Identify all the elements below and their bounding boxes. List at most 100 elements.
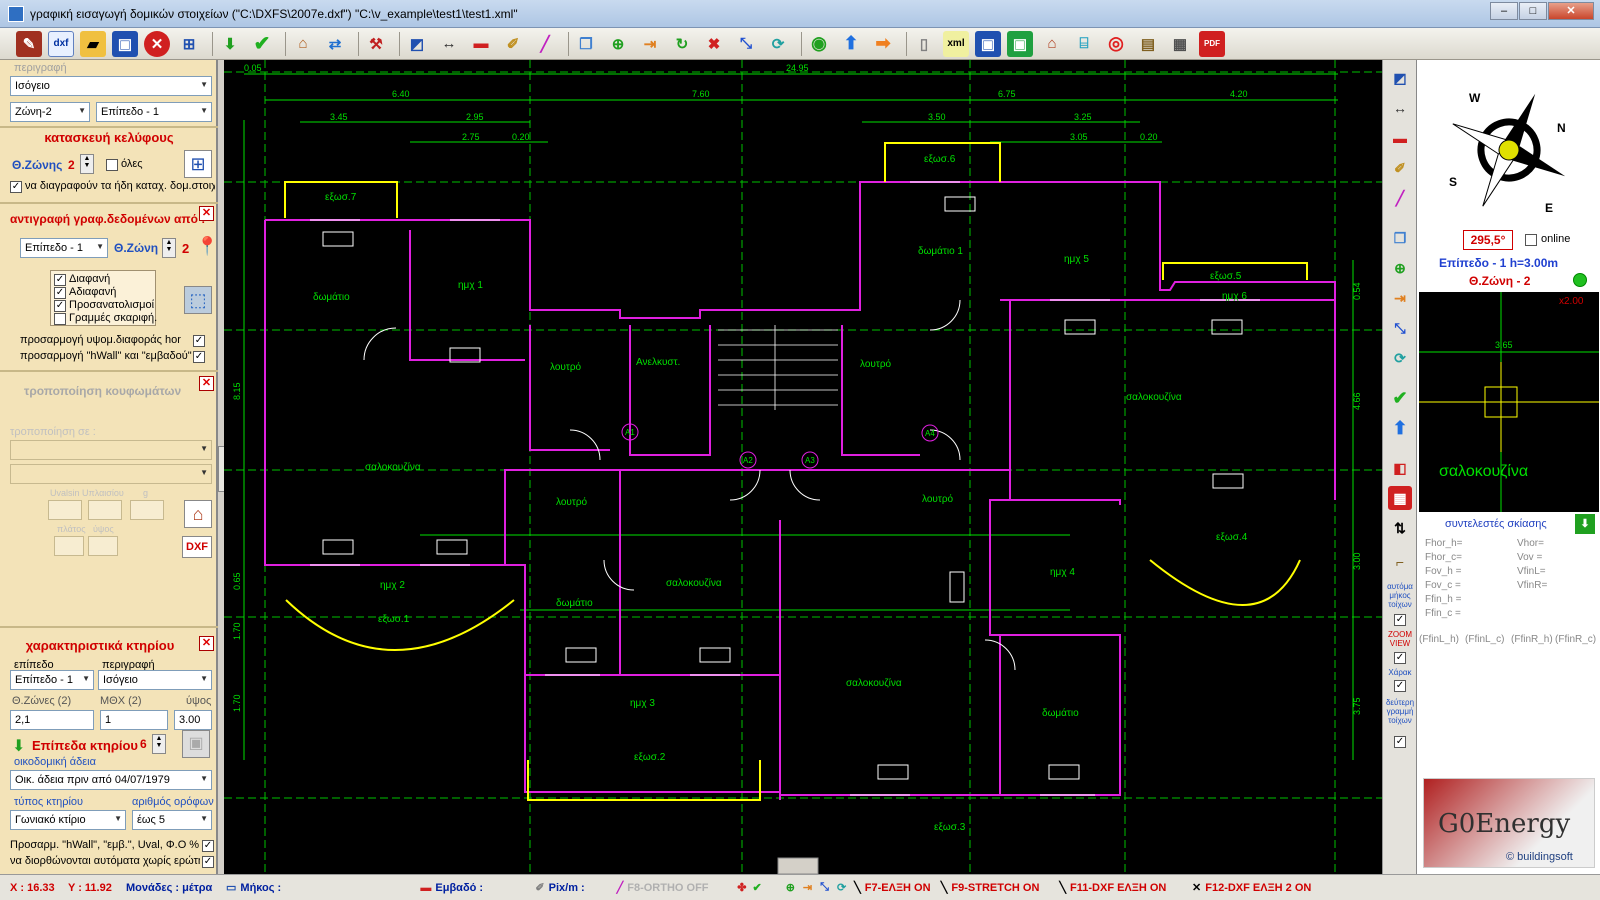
bld-level-select[interactable]: Επίπεδο - 1 (10, 670, 94, 690)
stretch-icon[interactable]: ⤡ (733, 31, 759, 57)
maximize-button[interactable]: □ (1519, 2, 1547, 20)
export-icon[interactable]: ⇥ (1388, 286, 1412, 310)
save2-icon[interactable]: ▣ (975, 30, 1001, 57)
check-icon[interactable]: ✔ (1388, 386, 1412, 410)
rotate-icon[interactable]: ⟳ (1388, 346, 1412, 370)
status-f8[interactable]: F8-ORTHO OFF (627, 882, 737, 894)
adj-hwall-checkbox[interactable]: ✓ (193, 351, 205, 363)
line-icon[interactable]: ╱ (532, 31, 558, 57)
zone-select[interactable]: Ζώνη-2 (10, 102, 90, 122)
bld-desc-select[interactable]: Ισόγειο (98, 670, 212, 690)
width-input[interactable] (54, 536, 84, 556)
floors-select[interactable]: έως 5 (132, 810, 212, 830)
close-mod-button[interactable]: ✕ (199, 376, 214, 391)
type-select[interactable]: Γωνιακό κτίριο (10, 810, 126, 830)
add-status-icon[interactable]: ⊕ (786, 881, 795, 894)
pin-icon[interactable]: 📍 (196, 236, 218, 257)
auto-length-checkbox[interactable]: ✓ (1394, 614, 1406, 626)
up-icon[interactable]: ⬆ (838, 31, 864, 57)
page-icon[interactable]: ❐ (573, 31, 599, 57)
stretch-status-icon[interactable]: ⤡ (820, 881, 829, 894)
levels-save-button[interactable]: ▣ (182, 730, 210, 758)
dxf-button[interactable]: DXF (182, 536, 212, 558)
refresh-icon[interactable]: ↻ (669, 31, 695, 57)
delete-icon[interactable]: ✕ (144, 30, 170, 57)
fill-icon[interactable]: ▬ (468, 31, 494, 57)
pdf-icon[interactable]: PDF (1199, 30, 1225, 57)
tools-icon[interactable]: ⚒ (363, 31, 389, 57)
measure-icon[interactable]: ◩ (1388, 66, 1412, 90)
zoom-preview[interactable]: x2.00 3.65 σαλοκουζίνα (1419, 292, 1599, 512)
online-checkbox[interactable] (1525, 234, 1537, 246)
status-f7[interactable]: F7-ΕΛΞΗ ON (865, 882, 941, 894)
level-select[interactable]: Επίπεδο - 1 (96, 102, 212, 122)
building-icon[interactable]: ⌂ (1039, 31, 1065, 57)
zoom-view-checkbox[interactable]: ✓ (1394, 652, 1406, 664)
floor-plan[interactable]: 0.05 24.95 6.40 7.60 6.75 4.20 3.45 2.95… (224, 60, 1382, 874)
status-f11[interactable]: F11-DXF ΕΛΞΗ ON (1070, 882, 1192, 894)
shading-down-icon[interactable]: ⬇ (1575, 514, 1595, 534)
layer-check-orientation[interactable]: ✓ (54, 300, 66, 312)
compass-icon[interactable]: W N S E (1417, 60, 1600, 230)
thzone-spinner[interactable]: ▲ ▼ (80, 154, 94, 174)
right-icon[interactable]: ➡ (870, 31, 896, 57)
levels-down-icon[interactable]: ⬇ (12, 736, 25, 756)
layer-check-sketch[interactable] (54, 313, 66, 325)
fix-checkbox[interactable]: ✓ (202, 856, 214, 868)
add-icon[interactable]: ⊕ (1388, 256, 1412, 280)
add-icon[interactable]: ⊕ (605, 31, 631, 57)
second-lines-checkbox[interactable]: ✓ (1394, 736, 1406, 748)
swap-icon[interactable]: ⇄ (322, 31, 348, 57)
ruler-checkbox[interactable]: ✓ (1394, 680, 1406, 692)
mod-select-1[interactable] (10, 440, 212, 460)
up-icon[interactable]: ⬆ (1388, 416, 1412, 440)
status-f12[interactable]: F12-DXF ΕΛΞΗ 2 ON (1205, 882, 1311, 894)
check-status-icon[interactable]: ✔ (752, 881, 761, 894)
status-f9[interactable]: F9-STRETCH ON (951, 882, 1059, 894)
mod-select-2[interactable] (10, 464, 212, 484)
close-bld-button[interactable]: ✕ (199, 636, 214, 651)
cross-icon[interactable]: ✖ (701, 31, 727, 57)
rotate-status-icon[interactable]: ⟳ (837, 881, 846, 894)
stretch-icon[interactable]: ⤡ (1388, 316, 1412, 340)
perigrafi-select[interactable]: Ισόγειο (10, 76, 212, 96)
adapt-checkbox[interactable]: ✓ (202, 840, 214, 852)
copy-zone-spinner[interactable]: ▲ ▼ (162, 238, 176, 258)
ypsos-input[interactable]: 3.00 (174, 710, 212, 730)
canvas-scroll-handle[interactable] (777, 857, 819, 874)
g-input[interactable] (130, 500, 164, 520)
zones-input[interactable]: 2,1 (10, 710, 94, 730)
add-zone-button[interactable]: ⊞ (184, 150, 212, 178)
pin-status-icon[interactable]: ✤ (737, 881, 746, 894)
copy-level-select[interactable]: Επίπεδο - 1 (20, 238, 108, 258)
new-icon[interactable]: ▯ (911, 31, 937, 57)
all-checkbox[interactable] (106, 159, 118, 171)
copy-apply-button[interactable]: ⬚ (184, 286, 212, 314)
cad-canvas[interactable]: 0.05 24.95 6.40 7.60 6.75 4.20 3.45 2.95… (224, 60, 1382, 874)
adj-hor-checkbox[interactable]: ✓ (193, 335, 205, 347)
check-icon[interactable]: ✔ (249, 31, 275, 57)
download-icon[interactable]: ⬇ (217, 31, 243, 57)
close-button[interactable]: ✕ (1548, 2, 1594, 20)
target-icon[interactable]: ◎ (1103, 31, 1129, 57)
house-icon[interactable]: ⌂ (290, 31, 316, 57)
calculator-icon[interactable]: ▦ (1167, 31, 1193, 57)
layer-check-opaque[interactable]: ✓ (54, 287, 66, 299)
rotate-icon[interactable]: ⟳ (765, 31, 791, 57)
measure-icon[interactable]: ◩ (404, 31, 430, 57)
close-copy-button[interactable]: ✕ (199, 206, 214, 221)
minimize-button[interactable]: – (1490, 2, 1518, 20)
arrows-icon[interactable]: ⇅ (1388, 516, 1412, 540)
dxf-icon[interactable]: dxf (48, 30, 74, 57)
clipboard-icon[interactable]: ▤ (1135, 31, 1161, 57)
dimension-icon[interactable]: ↔ (436, 31, 462, 57)
cylinder-icon[interactable]: ⌸ (1071, 31, 1097, 57)
layer-check-transparent[interactable]: ✓ (54, 274, 66, 286)
pencil-icon[interactable]: ✐ (1388, 156, 1412, 180)
angle-field[interactable]: 295,5° (1463, 230, 1513, 250)
dimension-icon[interactable]: ↔ (1388, 96, 1412, 120)
uval-input[interactable] (48, 500, 82, 520)
page-icon[interactable]: ❐ (1388, 226, 1412, 250)
save-icon[interactable]: ▣ (112, 30, 138, 57)
export-status-icon[interactable]: ⇥ (803, 881, 812, 894)
